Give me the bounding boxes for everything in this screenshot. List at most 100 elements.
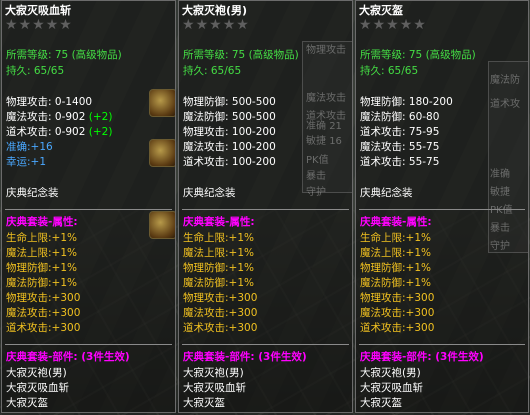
set-attribute: 生命上限:+1% (6, 232, 77, 244)
divider (5, 209, 172, 210)
set-attribute: 魔法攻击:+300 (6, 307, 81, 319)
set-parts-title: 庆典套装-部件: (3件生效) (360, 351, 484, 363)
set-attribute: 魔法防御:+1% (6, 277, 77, 289)
divider (182, 209, 349, 210)
equipment-slot-icon (149, 139, 175, 167)
stat-line: 魔法攻击: 100-200 (183, 141, 276, 153)
stat-line: 魔法攻击: 55-75 (360, 141, 440, 153)
hud-label: 暴击 (306, 171, 326, 182)
set-attribute: 物理攻击:+300 (6, 292, 81, 304)
divider (182, 344, 349, 345)
set-part: 大寂灭袍(男) (6, 367, 67, 379)
star-icon: ★ (182, 17, 195, 33)
hud-label: 道术攻 (490, 99, 520, 110)
set-attribute: 魔法攻击:+300 (360, 307, 435, 319)
star-icon: ★ (59, 17, 72, 33)
set-part: 大寂灭吸血斩 (183, 382, 246, 394)
stat-line: 物理防御: 500-500 (183, 96, 276, 108)
hud-label: 准确 (490, 169, 510, 180)
set-attribute: 物理防御:+1% (183, 262, 254, 274)
star-icon: ★ (45, 17, 59, 33)
extra-stat-accuracy: 准确:+16 (6, 141, 53, 153)
hud-label: 敏捷 (490, 187, 510, 198)
stat-line: 物理防御: 180-200 (360, 96, 453, 108)
star-icon: ★ (18, 17, 32, 33)
durability: 持久: 65/65 (6, 65, 65, 77)
stat-line: 魔法防御: 500-500 (183, 111, 276, 123)
set-parts-title: 庆典套装-部件: (3件生效) (6, 351, 130, 363)
set-attributes-title: 庆典套装-属性: (360, 216, 432, 228)
set-attribute: 魔法防御:+1% (360, 277, 431, 289)
set-part: 大寂灭袍(男) (360, 367, 421, 379)
star-icon: ★ (413, 17, 426, 33)
star-icon: ★ (195, 17, 209, 33)
star-icon: ★ (5, 17, 18, 33)
set-attribute: 物理攻击:+300 (183, 292, 258, 304)
stat-line: 道术攻击: 100-200 (183, 156, 276, 168)
set-parts-title: 庆典套装-部件: (3件生效) (183, 351, 307, 363)
set-part: 大寂灭吸血斩 (6, 382, 69, 394)
set-part: 大寂灭盔 (183, 397, 225, 409)
star-icon: ★ (209, 17, 222, 33)
star-rating: ★ ★ ★ ★ ★ (359, 17, 426, 33)
item-tooltip-armor: 物理攻击 魔法攻击 道术攻击 准确 21 敏捷 16 PK值 暴击 守护 大寂灭… (178, 0, 353, 413)
set-attribute: 魔法上限:+1% (183, 247, 254, 259)
set-attribute: 魔法防御:+1% (183, 277, 254, 289)
set-attribute: 道术攻击:+300 (183, 322, 258, 334)
stat-line: 道术攻击: 0-902 (+2) (6, 126, 113, 138)
stat-line: 物理攻击: 0-1400 (6, 96, 93, 108)
set-attribute: 物理防御:+1% (360, 262, 431, 274)
collection-label: 庆典纪念装 (6, 187, 59, 199)
hud-label: 魔法防 (490, 75, 520, 86)
stat-line: 道术攻击: 55-75 (360, 156, 440, 168)
collection-label: 庆典纪念装 (183, 187, 236, 199)
divider (5, 344, 172, 345)
set-part: 大寂灭吸血斩 (360, 382, 423, 394)
level-requirement: 所需等级: 75 (高级物品) (183, 49, 299, 61)
star-icon: ★ (359, 17, 372, 33)
divider (359, 344, 525, 345)
set-part: 大寂灭袍(男) (183, 367, 244, 379)
set-attributes-title: 庆典套装-属性: (183, 216, 255, 228)
item-tooltip-weapon: 大寂灭吸血斩 ★ ★ ★ ★ ★ 所需等级: 75 (高级物品) 持久: 65/65 物… (1, 0, 176, 413)
durability: 持久: 65/65 (183, 65, 242, 77)
set-attribute: 魔法上限:+1% (360, 247, 431, 259)
equipment-slot-icon (149, 211, 175, 239)
set-attribute: 魔法攻击:+300 (183, 307, 258, 319)
set-attribute: 魔法上限:+1% (6, 247, 77, 259)
hud-label: 守护 (490, 241, 510, 252)
collection-label: 庆典纪念装 (360, 187, 413, 199)
set-part: 大寂灭盔 (6, 397, 48, 409)
hud-label: PK值 (490, 205, 513, 216)
set-attributes-title: 庆典套装-属性: (6, 216, 78, 228)
stat-line: 魔法防御: 60-80 (360, 111, 440, 123)
hud-label: 敏捷 16 (306, 136, 342, 147)
hud-label: 守护 (306, 187, 326, 198)
set-attribute: 生命上限:+1% (360, 232, 431, 244)
extra-stat-luck: 幸运:+1 (6, 156, 47, 168)
set-attribute: 道术攻击:+300 (6, 322, 81, 334)
divider (359, 209, 525, 210)
hud-label: 准确 21 (306, 121, 342, 132)
durability: 持久: 65/65 (360, 65, 419, 77)
stat-line: 道术攻击: 75-95 (360, 126, 440, 138)
star-icon: ★ (372, 17, 386, 33)
star-icon: ★ (399, 17, 413, 33)
stat-line: 魔法攻击: 0-902 (+2) (6, 111, 113, 123)
star-icon: ★ (236, 17, 249, 33)
item-tooltip-helmet: 魔法防 道术攻 准确 敏捷 PK值 暴击 守护 大寂灭盔 ★ ★ ★ ★ ★ 所需等级:… (355, 0, 529, 413)
set-attribute: 物理防御:+1% (6, 262, 77, 274)
star-icon: ★ (222, 17, 236, 33)
hud-label: 魔法攻击 (306, 93, 346, 104)
set-attribute: 物理攻击:+300 (360, 292, 435, 304)
set-part: 大寂灭盔 (360, 397, 402, 409)
hud-label: PK值 (306, 155, 329, 166)
hud-label: 物理攻击 (306, 45, 346, 56)
level-requirement: 所需等级: 75 (高级物品) (6, 49, 122, 61)
star-rating: ★ ★ ★ ★ ★ (5, 17, 72, 33)
star-rating: ★ ★ ★ ★ ★ (182, 17, 249, 33)
level-requirement: 所需等级: 75 (高级物品) (360, 49, 476, 61)
equipment-slot-icon (149, 89, 175, 117)
set-attribute: 生命上限:+1% (183, 232, 254, 244)
star-icon: ★ (32, 17, 45, 33)
